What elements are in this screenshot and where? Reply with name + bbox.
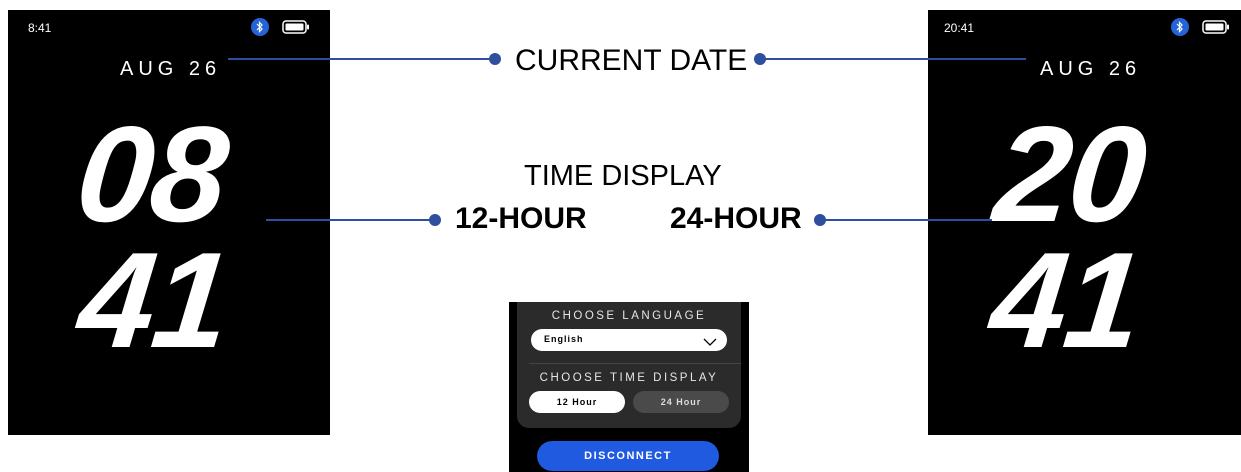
language-dropdown[interactable]: English — [531, 329, 727, 351]
option-12-hour[interactable]: 12 Hour — [529, 391, 625, 413]
settings-card: CHOOSE LANGUAGE English CHOOSE TIME DISP… — [517, 302, 741, 428]
current-date-callout: CURRENT DATE — [515, 44, 748, 77]
time-display-callout: TIME DISPLAY — [524, 160, 722, 192]
language-value: English — [544, 334, 584, 344]
twelve-hour-dot — [429, 214, 441, 226]
settings-panel: CHOOSE LANGUAGE English CHOOSE TIME DISP… — [509, 302, 749, 472]
divider — [529, 363, 741, 364]
disconnect-button[interactable]: DISCONNECT — [537, 441, 719, 471]
option-24-hour[interactable]: 24 Hour — [633, 391, 729, 413]
twelve-hour-callout: 12-HOUR — [455, 202, 587, 235]
choose-language-heading: CHOOSE LANGUAGE — [551, 310, 707, 322]
choose-time-display-heading: CHOOSE TIME DISPLAY — [539, 372, 719, 384]
chevron-down-icon — [703, 334, 717, 352]
twenty-four-hour-callout: 24-HOUR — [670, 202, 802, 235]
current-date-dot-left — [489, 53, 501, 65]
